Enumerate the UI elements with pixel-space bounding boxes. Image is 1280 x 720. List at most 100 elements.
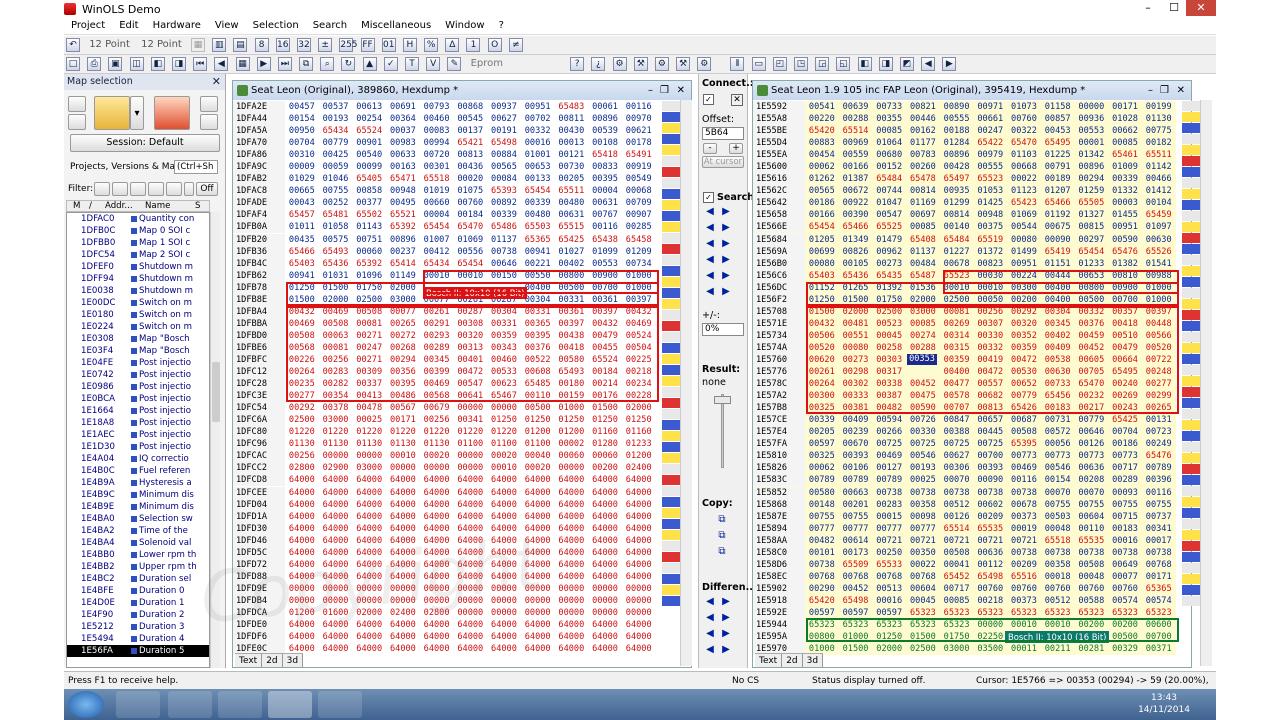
hex-cell[interactable]: 00266 [872,426,906,438]
hex-cell[interactable]: 01103 [1007,149,1041,161]
tool-d-icon[interactable]: ⚒ [676,57,691,71]
hex-cell[interactable]: 64000 [521,619,555,631]
last-icon[interactable]: ⏭ [277,57,292,71]
hex-cell[interactable]: 00896 [588,113,622,125]
prev-arrow-icon[interactable]: ◀ [703,222,717,234]
hex-cell[interactable]: 00271 [352,354,386,366]
hex-cell[interactable]: 01250 [805,294,839,306]
filter-2-icon[interactable] [112,182,128,196]
hex-cell[interactable]: 00062 [805,161,839,173]
hex-cell[interactable]: 64000 [285,474,319,486]
hex-cell[interactable]: 65459 [1142,209,1176,221]
hex-cell[interactable]: 00630 [1041,366,1075,378]
hex-cell[interactable]: 00738 [906,487,940,499]
org-icon[interactable]: O [487,38,502,52]
hex-cell[interactable]: 00000 [487,402,521,414]
map-list-item[interactable]: 1E4B9A Hysteresis a [67,477,209,489]
hex-cell[interactable]: 01220 [319,426,353,438]
hex-cell[interactable]: 01387 [839,173,873,185]
hex-cell[interactable]: 65458 [622,234,656,246]
hex-cell[interactable]: 65323 [1041,607,1075,619]
hex-cell[interactable]: 64000 [386,643,420,655]
tool-a-icon[interactable]: ⚙ [612,57,627,71]
hex-cell[interactable]: 00325 [805,402,839,414]
hex-cell[interactable]: 00633 [386,149,420,161]
hex-cell[interactable]: 00393 [973,462,1007,474]
hex-cell[interactable]: 00239 [839,426,873,438]
hex-cell[interactable]: 00332 [1075,306,1109,318]
hex-cell[interactable]: 00030 [973,270,1007,282]
hex-cell[interactable]: 00283 [319,366,353,378]
open-folder-icon[interactable] [94,96,130,130]
hex-cell[interactable]: 00760 [453,197,487,209]
hex-cell[interactable]: 64000 [319,487,353,499]
font-size-select-2[interactable]: 12 Point [141,39,182,50]
next-arrow-icon[interactable]: ▶ [719,254,733,266]
hex-cell[interactable]: 64000 [555,499,589,511]
hex-cell[interactable]: 65403 [805,270,839,282]
hex-cell[interactable]: 00833 [588,161,622,173]
hex-cell[interactable]: 00080 [839,342,873,354]
hex-cell[interactable]: 00631 [555,209,589,221]
hex-cell[interactable]: 00760 [1007,583,1041,595]
hex-cell[interactable]: 00376 [521,342,555,354]
hex-cell[interactable]: 00738 [973,487,1007,499]
hex-cell[interactable]: 01100 [521,438,555,450]
hex-cell[interactable]: 00068 [622,185,656,197]
hex-cell[interactable]: 01009 [1108,161,1142,173]
menu-window[interactable]: Window [438,18,491,34]
hex-cell[interactable]: 00738 [487,246,521,258]
one-icon[interactable]: 1 [466,38,481,52]
hex-cell[interactable]: 00744 [872,185,906,197]
hex-cell[interactable]: 00240 [1108,378,1142,390]
hex-cell[interactable]: 00556 [453,246,487,258]
hex-cell[interactable]: 00700 [1108,294,1142,306]
hex-cell[interactable]: 65365 [521,234,555,246]
hex-cell[interactable]: 00597 [805,438,839,450]
hex-cell[interactable]: 00950 [285,125,319,137]
hex-cell[interactable]: 00070 [1041,487,1075,499]
hex-cell[interactable]: 00755 [1108,499,1142,511]
hex-cell[interactable]: 00400 [1041,294,1075,306]
hex-cell[interactable]: 65425 [1108,414,1142,426]
hexdump-1-close[interactable]: ✕ [677,81,685,100]
hex-cell[interactable]: 65470 [453,221,487,233]
next-icon[interactable]: ▶ [256,57,271,71]
hex-cell[interactable]: 64000 [386,535,420,547]
maximize-button[interactable]: ☐ [1160,0,1188,16]
hex-cell[interactable]: 65435 [872,270,906,282]
hex-cell[interactable]: 00700 [1142,631,1176,643]
hex-cell[interactable]: 00687 [1007,414,1041,426]
hexdump-1-tab-2d[interactable]: 2d [262,654,283,667]
hex-cell[interactable]: 00116 [588,221,622,233]
hex-cell[interactable]: 00000 [319,583,353,595]
hex-cell[interactable]: 00085 [872,125,906,137]
hex-cell[interactable]: 00140 [940,221,974,233]
hex-cell[interactable]: 00541 [805,101,839,113]
hex-cell[interactable]: 65323 [1075,607,1109,619]
hex-cell[interactable]: 65476 [1142,450,1176,462]
hexdump-2-grid[interactable]: 1E5592 00541 00639 00733 00821 00890 00971 0107… [753,101,1176,656]
hex-cell[interactable]: 64000 [420,619,454,631]
hex-32-icon[interactable]: 32 [296,38,311,52]
hex-cell[interactable]: 01151 [1041,258,1075,270]
hex-cell[interactable]: 00126 [1075,438,1109,450]
hex-cell[interactable]: 00154 [285,113,319,125]
hex-cell[interactable]: 01031 [319,270,353,282]
map-list-item[interactable]: 1E4BA4 Solenoid val [67,537,209,549]
hex-cell[interactable]: 00252 [319,197,353,209]
hex-cell[interactable]: 64000 [521,571,555,583]
export-icon[interactable] [200,96,218,112]
hexdump-1-maximize[interactable]: ❐ [660,81,669,100]
tile-horizontal-icon[interactable]: ▭ [751,57,766,71]
hex-cell[interactable]: 01029 [285,173,319,185]
hex-cell[interactable]: 65323 [940,619,974,631]
table-icon[interactable]: ▥ [212,38,227,52]
hexdump-2-tab-2d[interactable]: 2d [782,654,803,667]
hex-cell[interactable]: 00814 [906,185,940,197]
hex-cell[interactable]: 00510 [1108,330,1142,342]
hex-cell[interactable]: 64000 [319,535,353,547]
hex-cell[interactable]: 64000 [285,559,319,571]
hex-cell[interactable]: 00705 [1075,366,1109,378]
hex-cell[interactable]: 00602 [973,499,1007,511]
